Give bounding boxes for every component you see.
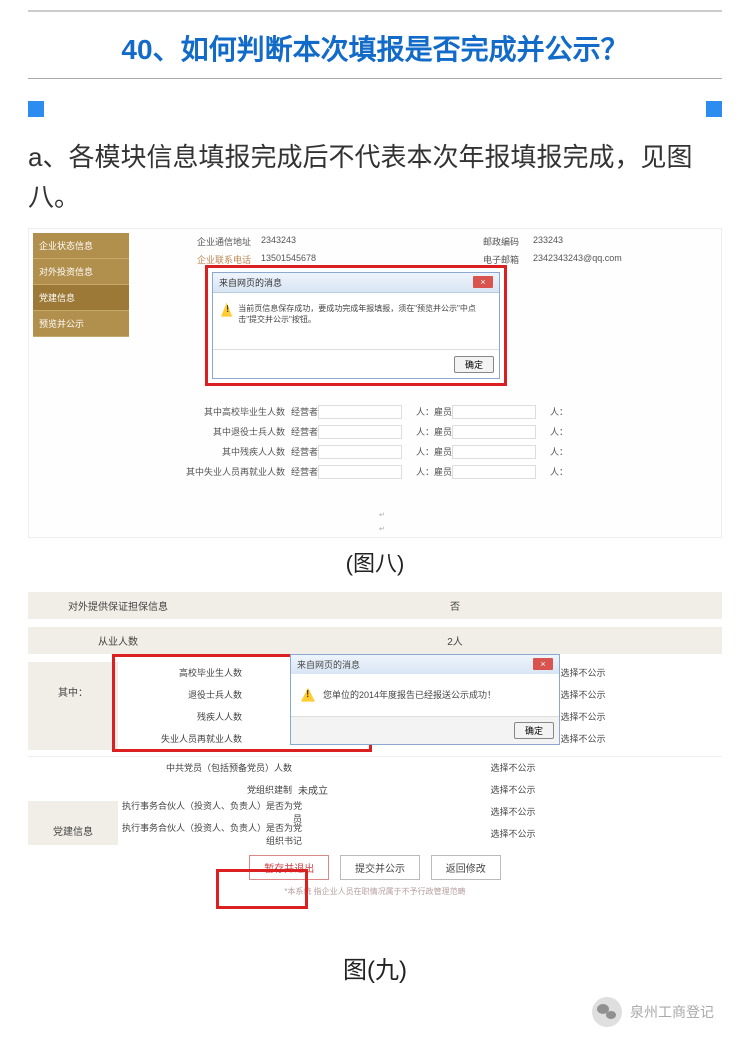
paragraph-mark: ↵: [379, 511, 385, 519]
field-label: 企业通信地址: [197, 235, 251, 248]
dialog-message: 您单位的2014年度报告已经报送公示成功！: [323, 688, 496, 701]
close-icon[interactable]: ×: [533, 658, 553, 670]
field-value: 2342343243@qq.com: [533, 253, 622, 263]
row-r: 人：雇员: [416, 465, 452, 478]
row-label: 退役士兵人数: [118, 688, 248, 701]
dialog-header: 来自网页的消息 ×: [213, 273, 499, 293]
paragraph-a: a、各模块信息填报完成后不代表本次年报填报完成，见图八。: [28, 137, 722, 218]
paragraph-mark: ↵: [379, 525, 385, 533]
wechat-icon: [592, 997, 622, 1027]
dialog-body: 当前页信息保存成功，要成功完成年报填报，须在"预览并公示"中点击"提交并公示"按…: [213, 293, 499, 349]
dialog-title: 来自网页的消息: [297, 658, 360, 671]
sidebar-item[interactable]: 企业状态信息: [33, 233, 129, 259]
row-label: 其中失业人员再就业人数: [179, 465, 291, 478]
sidebar: 企业状态信息 对外投资信息 党建信息 预览并公示: [33, 233, 129, 337]
row-r: 人：雇员: [416, 405, 452, 418]
band-value: 2人: [198, 633, 712, 648]
row-r2: 人：: [550, 465, 568, 478]
row-disclose: 选择不公示: [468, 827, 558, 840]
decorative-row: [28, 101, 722, 117]
row-mid: 经营者: [291, 425, 318, 438]
divider: [28, 78, 722, 79]
dialog-title: 来自网页的消息: [219, 276, 282, 289]
row-disclose: 选择不公示: [468, 805, 558, 818]
section-gap: 中共党员（包括预备党员）人数选择不公示 党组织建制未成立选择不公示: [28, 756, 722, 801]
band-label: 从业人数: [38, 633, 198, 648]
field-label: 邮政编码: [483, 235, 519, 248]
wechat-watermark: 泉州工商登记: [592, 997, 714, 1027]
input[interactable]: [318, 425, 402, 439]
row-mid: 经营者: [291, 465, 318, 478]
page-title: 40、如何判断本次填报是否完成并公示？: [28, 28, 722, 68]
band-value: 否: [198, 598, 712, 613]
action-buttons: 暂存并退出 提交并公示 返回修改: [28, 855, 722, 880]
figure-caption: 图(九): [0, 950, 750, 985]
field-value: 2343243: [261, 235, 296, 245]
ok-button[interactable]: 确定: [454, 356, 494, 373]
row-value: 未成立: [298, 782, 468, 797]
square-icon: [28, 101, 44, 117]
field-value: 233243: [533, 235, 563, 245]
row-label: 中共党员（包括预备党员）人数: [118, 761, 298, 774]
row-r: 人：雇员: [416, 425, 452, 438]
submit-publish-button[interactable]: 提交并公示: [340, 855, 420, 880]
dialog-footer: 确定: [213, 349, 499, 378]
row-label: 其中退役士兵人数: [179, 425, 291, 438]
dialog-message: 当前页信息保存成功，要成功完成年报填报，须在"预览并公示"中点击"提交并公示"按…: [238, 303, 491, 343]
info-band: 对外提供保证担保信息 否: [28, 592, 722, 619]
warning-icon: [301, 688, 315, 702]
field-value: 13501545678: [261, 253, 316, 263]
row-label: 高校毕业生人数: [118, 666, 248, 679]
row-label: 残疾人人数: [118, 710, 248, 723]
close-icon[interactable]: ×: [473, 276, 493, 288]
figure-8: 企业状态信息 对外投资信息 党建信息 预览并公示 企业通信地址 2343243 …: [28, 228, 722, 538]
figure-9: 对外提供保证担保信息 否 从业人数 2人 其中： 高校毕业生人数雇工0人选择不公…: [28, 592, 722, 932]
ok-button[interactable]: 确定: [514, 722, 554, 739]
sidebar-item[interactable]: 预览并公示: [33, 311, 129, 337]
warning-icon: [221, 303, 232, 317]
row-r2: 人：: [550, 445, 568, 458]
row-r2: 人：: [550, 425, 568, 438]
row-label: 其中残疾人人数: [179, 445, 291, 458]
dialog-highlight: 来自网页的消息 × 当前页信息保存成功，要成功完成年报填报，须在"预览并公示"中…: [205, 265, 507, 386]
row-r2: 人：: [550, 405, 568, 418]
row-label: 党组织建制: [118, 783, 298, 796]
row-label: 执行事务合伙人（投资人、负责人）是否为党组织书记: [118, 821, 308, 847]
input[interactable]: [318, 405, 402, 419]
input[interactable]: [452, 465, 536, 479]
divider: [28, 10, 722, 12]
section-2: 党建信息 执行事务合伙人（投资人、负责人）是否为党员选择不公示 执行事务合伙人（…: [28, 801, 722, 845]
input[interactable]: [318, 465, 402, 479]
wechat-name: 泉州工商登记: [630, 1002, 714, 1022]
row-mid: 经营者: [291, 405, 318, 418]
input[interactable]: [452, 445, 536, 459]
section-label: 党建信息: [28, 801, 118, 845]
back-edit-button[interactable]: 返回修改: [431, 855, 501, 880]
success-dialog: 来自网页的消息 × 您单位的2014年度报告已经报送公示成功！ 确定: [290, 654, 560, 745]
input[interactable]: [318, 445, 402, 459]
row-label: 其中高校毕业生人数: [179, 405, 291, 418]
row-disclose: 选择不公示: [468, 783, 558, 796]
sidebar-item[interactable]: 党建信息: [33, 285, 129, 311]
row-mid: 经营者: [291, 445, 318, 458]
row-r: 人：雇员: [416, 445, 452, 458]
sidebar-item[interactable]: 对外投资信息: [33, 259, 129, 285]
figure-caption: (图八): [0, 546, 750, 578]
band-label: 对外提供保证担保信息: [38, 598, 198, 613]
footnote: *本系统 指企业人员在职情况属于不予行政管理范畴: [28, 886, 722, 897]
square-icon: [706, 101, 722, 117]
input[interactable]: [452, 425, 536, 439]
input[interactable]: [452, 405, 536, 419]
row-disclose: 选择不公示: [468, 761, 558, 774]
form-rows: 其中高校毕业生人数经营者人：雇员人： 其中退役士兵人数经营者人：雇员人： 其中残…: [179, 405, 711, 485]
section-label: 其中：: [28, 662, 118, 750]
info-band: 从业人数 2人: [28, 627, 722, 654]
row-label: 失业人员再就业人数: [118, 732, 248, 745]
highlight-box: [216, 869, 308, 909]
